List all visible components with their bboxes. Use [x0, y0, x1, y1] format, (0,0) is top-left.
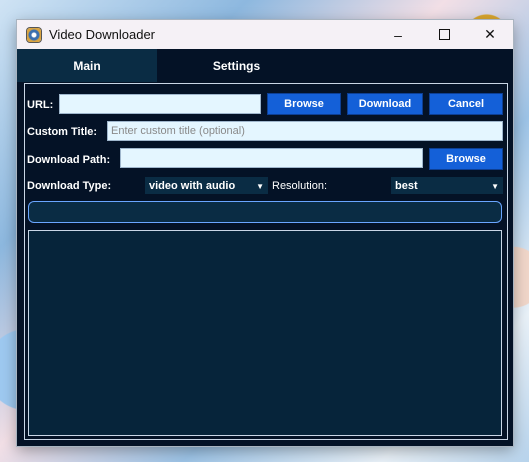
close-icon[interactable]: ✕	[467, 20, 513, 49]
resolution-value: best	[395, 179, 418, 192]
download-button[interactable]: Download	[347, 93, 423, 115]
download-path-input[interactable]	[120, 148, 423, 168]
download-path-label: Download Path:	[27, 154, 111, 166]
tab-settings[interactable]: Settings	[157, 49, 316, 82]
progress-bar	[28, 201, 502, 223]
url-input[interactable]	[59, 94, 261, 114]
custom-title-label: Custom Title:	[27, 126, 98, 138]
window-controls: – ✕	[375, 20, 513, 49]
minimize-icon[interactable]: –	[375, 20, 421, 49]
maximize-square-icon	[438, 29, 450, 40]
client-area: Main Settings URL: Browse Download Cance…	[17, 49, 513, 446]
log-output[interactable]	[28, 230, 502, 436]
app-window: Video Downloader – ✕ Main Settings URL: …	[17, 20, 513, 446]
tab-bar: Main Settings	[17, 49, 513, 82]
main-panel: URL: Browse Download Cancel Custom Title…	[24, 83, 508, 440]
app-icon	[27, 27, 41, 42]
maximize-icon[interactable]	[421, 20, 467, 49]
url-label: URL:	[27, 99, 54, 111]
title-bar: Video Downloader – ✕	[17, 20, 513, 49]
resolution-select[interactable]: best ▼	[391, 177, 503, 194]
download-type-label: Download Type:	[27, 180, 112, 192]
chevron-down-icon: ▼	[491, 182, 499, 191]
tab-main[interactable]: Main	[17, 49, 157, 82]
custom-title-input[interactable]	[107, 121, 503, 141]
browse-path-button[interactable]: Browse	[429, 148, 503, 170]
window-title: Video Downloader	[49, 27, 155, 42]
download-type-select[interactable]: video with audio ▼	[145, 177, 268, 194]
cancel-button[interactable]: Cancel	[429, 93, 503, 115]
resolution-label: Resolution:	[272, 180, 328, 192]
browse-url-button[interactable]: Browse	[267, 93, 341, 115]
chevron-down-icon: ▼	[256, 182, 264, 191]
download-type-value: video with audio	[149, 179, 236, 192]
